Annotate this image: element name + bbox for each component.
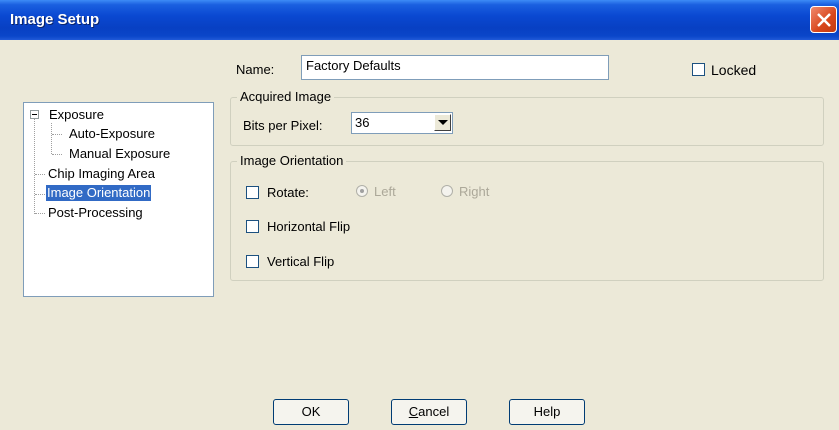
- rotate-left-radio[interactable]: [356, 185, 368, 197]
- horizontal-flip-label: Horizontal Flip: [267, 219, 351, 234]
- rotate-right-label: Right: [459, 184, 490, 199]
- bits-per-pixel-label: Bits per Pixel:: [243, 118, 323, 133]
- rotate-label: Rotate:: [267, 185, 309, 200]
- rotate-right-radio[interactable]: [441, 185, 453, 197]
- name-input-value: Factory Defaults: [306, 58, 401, 73]
- tree-item-manual-exposure[interactable]: Manual Exposure: [69, 146, 170, 162]
- vertical-flip-label: Vertical Flip: [267, 254, 335, 269]
- collapse-icon[interactable]: [30, 110, 39, 119]
- cancel-button[interactable]: Cancel: [391, 399, 467, 425]
- tree-item-image-orientation[interactable]: Image Orientation: [46, 185, 152, 201]
- image-setup-dialog: Image Setup Name: Factory Defaults Locke…: [0, 0, 839, 430]
- name-label: Name:: [236, 62, 275, 77]
- close-icon: [817, 13, 831, 27]
- acquired-image-title: Acquired Image: [237, 89, 335, 104]
- tree-item-chip-imaging-area[interactable]: Chip Imaging Area: [48, 166, 155, 182]
- locked-label: Locked: [711, 62, 757, 78]
- name-input[interactable]: Factory Defaults: [301, 55, 609, 80]
- vertical-flip-checkbox[interactable]: [246, 255, 259, 268]
- bits-per-pixel-value: 36: [355, 115, 370, 130]
- rotate-left-label: Left: [374, 184, 396, 199]
- cancel-mnemonic: C: [408, 404, 419, 419]
- close-button[interactable]: [810, 6, 837, 33]
- tree-item-post-processing[interactable]: Post-Processing: [48, 205, 143, 221]
- title-bar[interactable]: Image Setup: [0, 0, 839, 40]
- settings-tree[interactable]: Exposure Auto-Exposure Manual Exposure C…: [23, 102, 214, 297]
- help-button[interactable]: Help: [509, 399, 585, 425]
- chevron-down-icon[interactable]: [434, 114, 451, 131]
- locked-checkbox[interactable]: [692, 63, 705, 76]
- bits-per-pixel-select[interactable]: 36: [351, 112, 453, 134]
- horizontal-flip-checkbox[interactable]: [246, 220, 259, 233]
- window-title: Image Setup: [10, 11, 100, 28]
- cancel-label: ancel: [418, 404, 450, 419]
- ok-button[interactable]: OK: [273, 399, 349, 425]
- tree-item-auto-exposure[interactable]: Auto-Exposure: [69, 126, 155, 142]
- tree-item-exposure[interactable]: Exposure: [49, 107, 104, 123]
- image-orientation-title: Image Orientation: [237, 153, 347, 168]
- rotate-checkbox[interactable]: [246, 186, 259, 199]
